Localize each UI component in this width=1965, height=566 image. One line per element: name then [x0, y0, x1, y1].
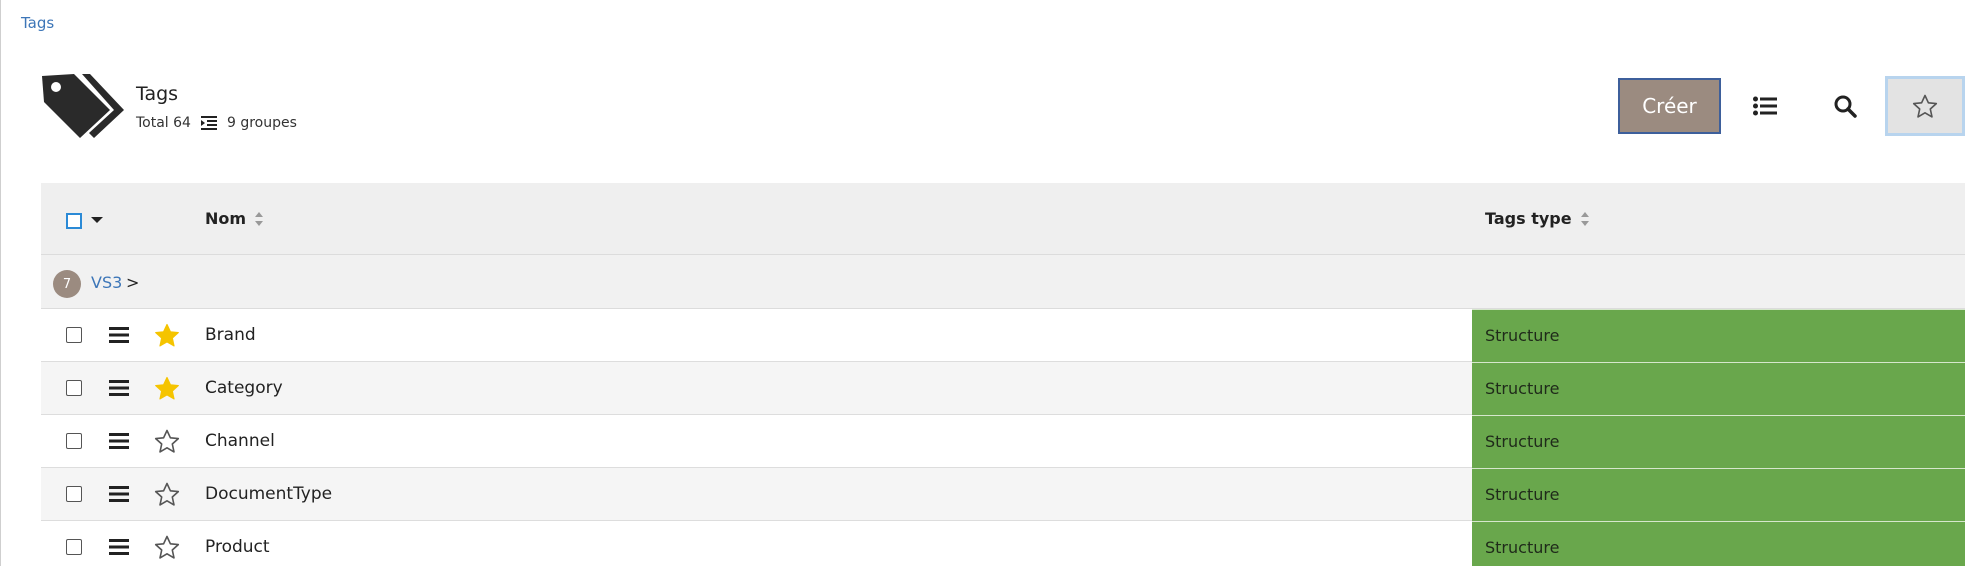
list-icon: [1753, 96, 1777, 116]
select-menu-caret-icon[interactable]: [91, 217, 103, 223]
group-expand-arrow[interactable]: >: [126, 273, 139, 292]
search-icon: [1834, 95, 1857, 118]
row-menu-icon[interactable]: [109, 379, 129, 397]
left-border: [0, 0, 1, 566]
row-tags-type: Structure: [1485, 432, 1560, 451]
tags-icon: [42, 74, 124, 138]
row-menu-icon[interactable]: [109, 326, 129, 344]
search-button[interactable]: [1815, 78, 1875, 134]
row-name[interactable]: DocumentType: [205, 484, 332, 504]
row-tags-type: Structure: [1485, 485, 1560, 504]
row-tags-type-cell: Structure: [1472, 362, 1965, 415]
table-row[interactable]: Brand Structure: [41, 309, 1965, 362]
row-tags-type: Structure: [1485, 379, 1560, 398]
list-view-button[interactable]: [1735, 78, 1795, 134]
groups-count: 9 groupes: [226, 115, 297, 131]
row-tags-type: Structure: [1485, 538, 1560, 557]
row-tags-type-cell: Structure: [1472, 309, 1965, 362]
page-title: Tags: [136, 83, 179, 105]
table-row[interactable]: DocumentType Structure: [41, 468, 1965, 521]
row-tags-type-cell: Structure: [1472, 521, 1965, 566]
row-menu-icon[interactable]: [109, 485, 129, 503]
row-checkbox[interactable]: [66, 539, 82, 555]
star-filled-icon[interactable]: [154, 376, 180, 401]
row-tags-type-cell: Structure: [1472, 468, 1965, 521]
row-menu-icon[interactable]: [109, 538, 129, 556]
column-label-nom: Nom: [205, 209, 247, 228]
table-row[interactable]: Product Structure: [41, 521, 1965, 566]
indent-icon: [200, 116, 217, 130]
breadcrumb[interactable]: Tags: [21, 14, 54, 32]
total-count: Total 64: [136, 115, 191, 131]
tags-table: Nom Tags type 7 VS3 > Brand Structure Cate…: [41, 183, 1965, 566]
row-name[interactable]: Brand: [205, 325, 256, 345]
sort-icon: [255, 211, 264, 226]
row-name[interactable]: Category: [205, 378, 283, 398]
row-name[interactable]: Channel: [205, 431, 275, 451]
column-label-tags-type: Tags type: [1485, 209, 1572, 228]
row-checkbox[interactable]: [66, 486, 82, 502]
row-checkbox[interactable]: [66, 433, 82, 449]
select-all-checkbox[interactable]: [66, 213, 82, 229]
group-count-badge: 7: [53, 270, 81, 298]
column-header-nom[interactable]: Nom: [205, 209, 264, 228]
column-header-tags-type[interactable]: Tags type: [1485, 209, 1590, 228]
star-outline-icon[interactable]: [154, 482, 180, 507]
row-name[interactable]: Product: [205, 537, 270, 557]
header-stats: Total 64 9 groupes: [136, 115, 297, 131]
star-outline-icon[interactable]: [154, 429, 180, 454]
group-row[interactable]: 7 VS3 >: [41, 255, 1965, 309]
star-outline-icon[interactable]: [154, 535, 180, 560]
table-row[interactable]: Category Structure: [41, 362, 1965, 415]
create-button[interactable]: Créer: [1618, 78, 1721, 134]
favorites-filter-button[interactable]: [1885, 76, 1965, 136]
row-tags-type-cell: Structure: [1472, 415, 1965, 468]
row-tags-type: Structure: [1485, 326, 1560, 345]
table-row[interactable]: Channel Structure: [41, 415, 1965, 468]
row-checkbox[interactable]: [66, 327, 82, 343]
table-header: Nom Tags type: [41, 183, 1965, 255]
row-menu-icon[interactable]: [109, 432, 129, 450]
sort-icon: [1580, 211, 1589, 226]
group-link[interactable]: VS3: [91, 273, 122, 292]
star-outline-icon: [1912, 94, 1938, 118]
star-filled-icon[interactable]: [154, 323, 180, 348]
row-checkbox[interactable]: [66, 380, 82, 396]
